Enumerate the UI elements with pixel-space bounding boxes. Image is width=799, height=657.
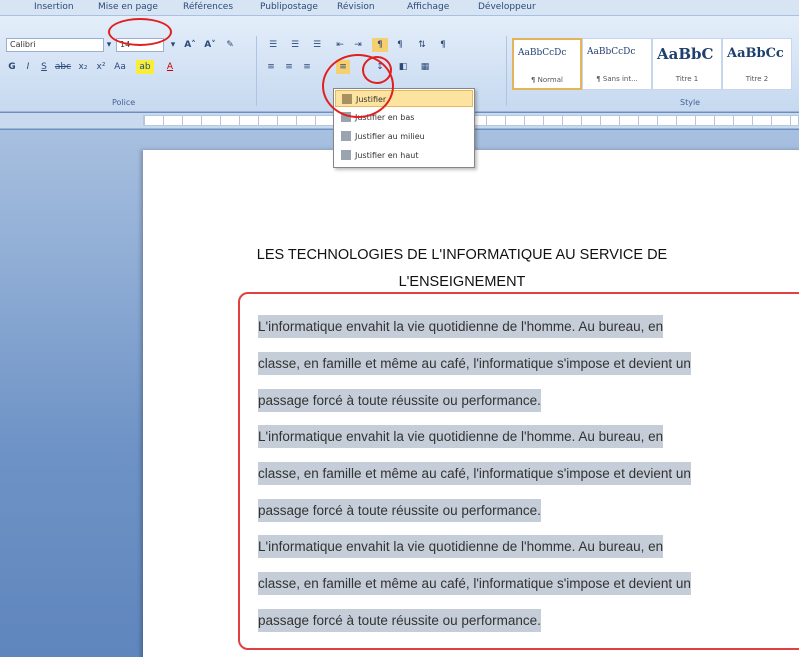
tab-insertion[interactable]: Insertion bbox=[34, 2, 74, 12]
text-line: L'informatique envahit la vie quotidienn… bbox=[258, 425, 664, 448]
strikethrough-icon[interactable]: abc bbox=[54, 60, 72, 74]
multilevel-list-icon[interactable]: ☰ bbox=[308, 38, 326, 52]
highlight-color-icon[interactable]: ab bbox=[136, 60, 154, 74]
text-line: L'informatique envahit la vie quotidienn… bbox=[258, 535, 664, 558]
style-name: ¶ Normal bbox=[530, 76, 563, 84]
document-title-line-1: LES TECHNOLOGIES DE L'INFORMATIQUE AU SE… bbox=[256, 247, 668, 263]
align-right-icon[interactable]: ≡ bbox=[300, 60, 314, 74]
superscript-icon[interactable]: x² bbox=[94, 60, 108, 74]
shading-icon[interactable]: ◧ bbox=[396, 60, 410, 74]
style-titre-1[interactable]: AaBbC Titre 1 bbox=[652, 38, 722, 90]
style-sample: AaBbCcDc bbox=[518, 48, 567, 58]
menu-item-justifier-au-milieu[interactable]: Justifier au milieu bbox=[335, 128, 473, 145]
sort-icon[interactable]: ⇅ bbox=[414, 38, 430, 52]
text-line: passage forcé à toute réussite ou perfor… bbox=[258, 609, 541, 632]
bullets-icon[interactable]: ☰ bbox=[264, 38, 282, 52]
ltr-icon[interactable]: ¶ bbox=[372, 38, 388, 52]
menu-item-justifier-en-haut[interactable]: Justifier en haut bbox=[335, 147, 473, 164]
subscript-icon[interactable]: x₂ bbox=[76, 60, 90, 74]
group-label-style: Style bbox=[680, 98, 701, 107]
font-name-select[interactable]: Calibri bbox=[6, 38, 104, 52]
align-center-icon[interactable]: ≡ bbox=[282, 60, 296, 74]
tab-developpeur[interactable]: Développeur bbox=[478, 2, 536, 12]
clear-format-icon[interactable]: ✎ bbox=[222, 38, 238, 52]
style-titre-2[interactable]: AaBbCc Titre 2 bbox=[722, 38, 792, 90]
show-marks-icon[interactable]: ¶ bbox=[436, 38, 450, 52]
style-sample: AaBbCc bbox=[727, 46, 784, 61]
text-line: L'informatique envahit la vie quotidienn… bbox=[258, 315, 664, 338]
change-case-icon[interactable]: Aa bbox=[112, 60, 128, 74]
style-sans-interligne[interactable]: AaBbCcDc ¶ Sans int... bbox=[582, 38, 652, 90]
decrease-indent-icon[interactable]: ⇤ bbox=[332, 38, 348, 52]
style-sample: AaBbCcDc bbox=[587, 47, 636, 57]
justify-middle-icon bbox=[341, 131, 351, 141]
style-name: Titre 2 bbox=[745, 75, 769, 83]
text-line: passage forcé à toute réussite ou perfor… bbox=[258, 389, 541, 412]
tab-affichage[interactable]: Affichage bbox=[407, 2, 449, 12]
underline-icon[interactable]: S bbox=[38, 60, 50, 74]
italic-icon[interactable]: I bbox=[22, 60, 34, 74]
text-line: passage forcé à toute réussite ou perfor… bbox=[258, 499, 541, 522]
chevron-down-icon[interactable]: ▾ bbox=[104, 38, 114, 52]
tab-references[interactable]: Références bbox=[183, 2, 233, 12]
tab-mise-en-page[interactable]: Mise en page bbox=[98, 2, 158, 12]
align-left-icon[interactable]: ≡ bbox=[264, 60, 278, 74]
tab-publipostage[interactable]: Publipostage bbox=[260, 2, 318, 12]
style-normal[interactable]: AaBbCcDc ¶ Normal bbox=[512, 38, 582, 90]
style-sample: AaBbC bbox=[657, 45, 714, 63]
justify-top-icon bbox=[341, 150, 351, 160]
increase-indent-icon[interactable]: ⇥ bbox=[350, 38, 366, 52]
annotation-circle bbox=[362, 56, 392, 84]
tab-revision[interactable]: Révision bbox=[337, 2, 375, 12]
group-label-police: Police bbox=[112, 98, 136, 107]
grow-font-icon[interactable]: A˄ bbox=[182, 38, 198, 52]
borders-icon[interactable]: ▦ bbox=[418, 60, 432, 74]
annotation-circle bbox=[108, 18, 172, 46]
text-line: classe, en famille et même au café, l'in… bbox=[258, 462, 691, 485]
paragraph[interactable]: L'informatique envahit la vie quotidienn… bbox=[258, 308, 784, 419]
shrink-font-icon[interactable]: A˅ bbox=[202, 38, 218, 52]
paragraph[interactable]: L'informatique envahit la vie quotidienn… bbox=[258, 528, 784, 639]
style-name: Titre 1 bbox=[675, 75, 699, 83]
text-line: classe, en famille et même au café, l'in… bbox=[258, 572, 691, 595]
ribbon-tab-bar: Insertion Mise en page Références Publip… bbox=[0, 0, 799, 16]
style-name: ¶ Sans int... bbox=[596, 75, 638, 83]
rtl-icon[interactable]: ¶ bbox=[392, 38, 408, 52]
bold-icon[interactable]: G bbox=[6, 60, 18, 74]
document-title-line-2: L'ENSEIGNEMENT bbox=[398, 274, 526, 290]
menu-item-label: Justifier au milieu bbox=[355, 132, 425, 141]
numbering-icon[interactable]: ☰ bbox=[286, 38, 304, 52]
menu-item-label: Justifier en haut bbox=[355, 151, 419, 160]
chevron-down-icon[interactable]: ▾ bbox=[168, 38, 178, 52]
group-divider bbox=[256, 36, 257, 106]
font-color-icon[interactable]: A bbox=[162, 60, 178, 74]
text-line: classe, en famille et même au café, l'in… bbox=[258, 352, 691, 375]
group-divider bbox=[506, 36, 507, 106]
paragraph[interactable]: L'informatique envahit la vie quotidienn… bbox=[258, 418, 784, 529]
